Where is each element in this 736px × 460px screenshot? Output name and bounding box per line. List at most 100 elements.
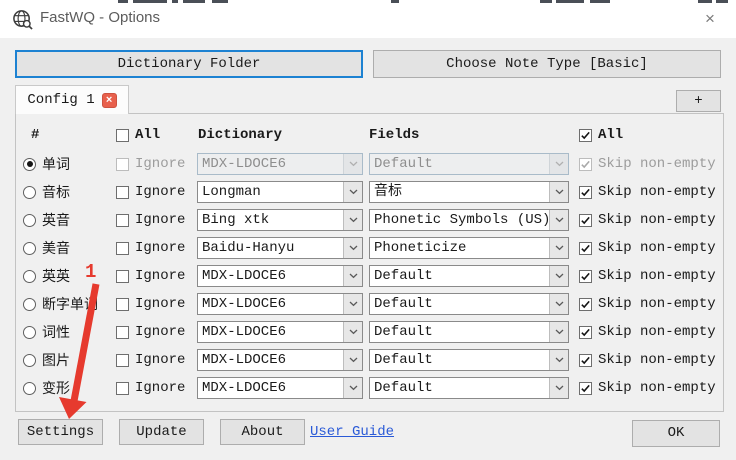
dictionary-select[interactable]: Longman: [197, 181, 363, 203]
dictionary-select[interactable]: MDX-LDOCE6: [197, 265, 363, 287]
ignore-checkbox[interactable]: [116, 325, 129, 339]
word-type-radio[interactable]: [23, 241, 36, 255]
ignore-checkbox[interactable]: [116, 353, 129, 367]
dictionary-select[interactable]: Bing xtk: [197, 209, 363, 231]
field-select[interactable]: Default: [369, 153, 569, 175]
choose-note-type-button[interactable]: Choose Note Type [Basic]: [373, 50, 721, 78]
skip-non-empty-checkbox[interactable]: [579, 241, 592, 255]
column-header-dictionary: Dictionary: [198, 127, 283, 143]
chevron-down-icon: [343, 322, 362, 342]
field-select[interactable]: Phoneticize: [369, 237, 569, 259]
skip-non-empty-checkbox[interactable]: [579, 157, 592, 171]
field-select[interactable]: Phonetic Symbols (US): [369, 209, 569, 231]
word-type-radio[interactable]: [23, 213, 36, 227]
word-type-radio[interactable]: [23, 157, 36, 171]
skip-non-empty-checkbox[interactable]: [579, 297, 592, 311]
word-type-radio[interactable]: [23, 325, 36, 339]
chevron-down-icon: [343, 238, 362, 258]
ignore-checkbox[interactable]: [116, 157, 129, 171]
field-select[interactable]: Default: [369, 377, 569, 399]
skip-non-empty-checkbox[interactable]: [579, 185, 592, 199]
chevron-down-icon: [549, 238, 568, 258]
ignore-checkbox[interactable]: [116, 297, 129, 311]
table-row: 图片 Ignore MDX-LDOCE6 Default Skip non-em…: [16, 346, 723, 374]
ignore-checkbox[interactable]: [116, 241, 129, 255]
chevron-down-icon: [549, 182, 568, 202]
about-button[interactable]: About: [220, 419, 305, 445]
title-bar: FastWQ - Options ×: [0, 0, 736, 38]
chevron-down-icon: [343, 266, 362, 286]
field-select[interactable]: Default: [369, 293, 569, 315]
app-globe-icon: [13, 10, 33, 30]
table-row: 英音 Ignore Bing xtk Phonetic Symbols (US): [16, 206, 723, 234]
ignore-all-checkbox[interactable]: [116, 128, 129, 142]
ignore-all-label: All: [135, 127, 161, 143]
ignore-checkbox[interactable]: [116, 269, 129, 283]
dictionary-select[interactable]: MDX-LDOCE6: [197, 377, 363, 399]
word-type-radio[interactable]: [23, 185, 36, 199]
skip-non-empty-label: Skip non-empty: [598, 184, 716, 200]
skip-non-empty-checkbox[interactable]: [579, 269, 592, 283]
skip-non-empty-checkbox[interactable]: [579, 213, 592, 227]
table-row: 变形 Ignore MDX-LDOCE6 Default Skip non-em…: [16, 374, 723, 402]
skip-all-checkbox[interactable]: [579, 128, 592, 142]
user-guide-link[interactable]: User Guide: [310, 424, 394, 440]
ignore-label: Ignore: [135, 240, 186, 256]
word-type-label: 美音: [42, 242, 70, 258]
tab-config-1[interactable]: Config 1 ×: [15, 85, 129, 114]
ignore-label: Ignore: [135, 156, 186, 172]
dictionary-select[interactable]: MDX-LDOCE6: [197, 321, 363, 343]
ignore-label: Ignore: [135, 268, 186, 284]
chevron-down-icon: [343, 154, 362, 174]
chevron-down-icon: [343, 350, 362, 370]
dictionary-select[interactable]: Baidu-Hanyu: [197, 237, 363, 259]
word-type-radio[interactable]: [23, 297, 36, 311]
table-row: 词性 Ignore MDX-LDOCE6 Default Skip non-em…: [16, 318, 723, 346]
skip-non-empty-checkbox[interactable]: [579, 381, 592, 395]
word-type-label: 英英: [42, 270, 70, 286]
chevron-down-icon: [343, 182, 362, 202]
ignore-checkbox[interactable]: [116, 185, 129, 199]
column-header-fields: Fields: [369, 127, 420, 143]
field-select[interactable]: Default: [369, 265, 569, 287]
word-type-radio[interactable]: [23, 353, 36, 367]
field-select[interactable]: Default: [369, 321, 569, 343]
field-select[interactable]: 音标: [369, 181, 569, 203]
chevron-down-icon: [343, 210, 362, 230]
chevron-down-icon: [343, 294, 362, 314]
tab-close-icon[interactable]: ×: [101, 92, 117, 108]
config-table: # All Dictionary Fields All 单词 Ignore MD…: [15, 113, 724, 412]
update-button[interactable]: Update: [119, 419, 204, 445]
skip-all-label: All: [598, 127, 624, 143]
ok-button[interactable]: OK: [632, 420, 720, 447]
skip-non-empty-label: Skip non-empty: [598, 156, 716, 172]
add-config-button[interactable]: +: [676, 90, 721, 112]
settings-button[interactable]: Settings: [18, 419, 103, 445]
word-type-radio[interactable]: [23, 381, 36, 395]
annotation-number: 1: [85, 261, 97, 283]
ignore-checkbox[interactable]: [116, 213, 129, 227]
table-row: 美音 Ignore Baidu-Hanyu Phoneticize Skip n…: [16, 234, 723, 262]
tab-label: Config 1: [27, 92, 95, 108]
column-header-ignore-all: All: [116, 124, 160, 146]
ignore-label: Ignore: [135, 380, 186, 396]
skip-non-empty-label: Skip non-empty: [598, 268, 716, 284]
window-close-icon[interactable]: ×: [698, 7, 722, 31]
field-select[interactable]: Default: [369, 349, 569, 371]
word-type-label: 英音: [42, 214, 70, 230]
word-type-label: 图片: [42, 354, 70, 370]
skip-non-empty-checkbox[interactable]: [579, 353, 592, 367]
ignore-label: Ignore: [135, 212, 186, 228]
ignore-checkbox[interactable]: [116, 381, 129, 395]
chevron-down-icon: [549, 154, 568, 174]
dictionary-select[interactable]: MDX-LDOCE6: [197, 153, 363, 175]
word-type-radio[interactable]: [23, 269, 36, 283]
column-header-hash: #: [31, 127, 40, 143]
ignore-label: Ignore: [135, 324, 186, 340]
dictionary-select[interactable]: MDX-LDOCE6: [197, 349, 363, 371]
chevron-down-icon: [549, 350, 568, 370]
dictionary-folder-button[interactable]: Dictionary Folder: [15, 50, 363, 78]
dictionary-select[interactable]: MDX-LDOCE6: [197, 293, 363, 315]
background-window-artifacts: [0, 0, 736, 3]
skip-non-empty-checkbox[interactable]: [579, 325, 592, 339]
